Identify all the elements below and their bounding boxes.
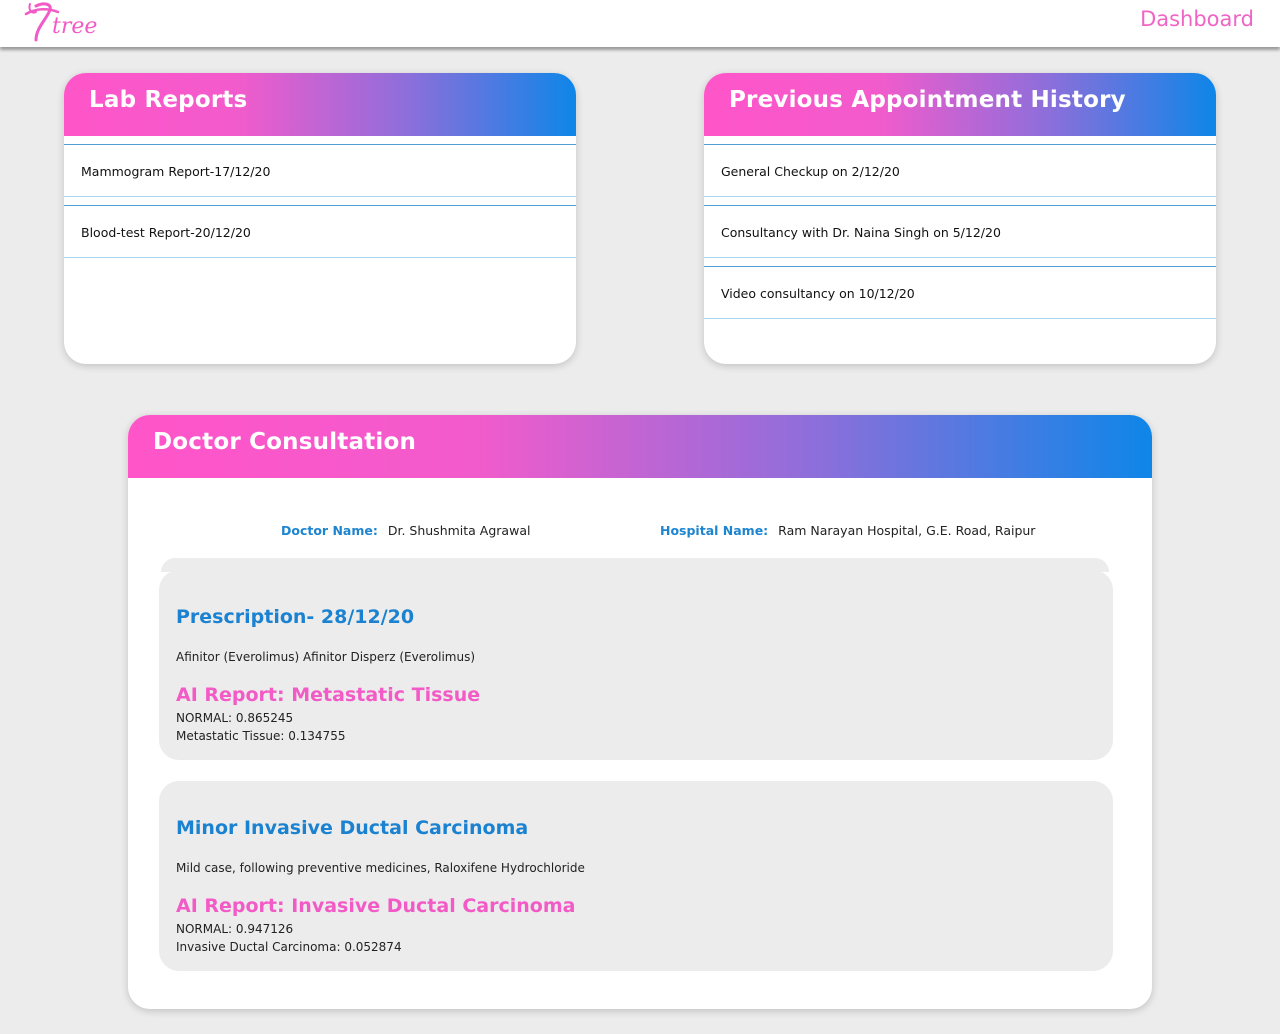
hospital-name-label: Hospital Name: <box>660 523 769 538</box>
record-title: Prescription- 28/12/20 <box>176 606 415 628</box>
ai-report-normal: NORMAL: 0.947126 <box>176 922 294 936</box>
svg-text:tree: tree <box>52 14 97 39</box>
record-title: Minor Invasive Ductal Carcinoma <box>176 817 529 839</box>
lab-report-item[interactable]: Mammogram Report-17/12/20 <box>64 144 576 197</box>
ai-report-title: AI Report: Invasive Ductal Carcinoma <box>176 895 576 917</box>
appointment-item[interactable]: General Checkup on 2/12/20 <box>704 144 1216 197</box>
record-description: Mild case, following preventive medicine… <box>176 861 585 875</box>
hospital-name-field: Hospital Name: Ram Narayan Hospital, G.E… <box>660 523 1035 538</box>
doctor-consultation-card: Doctor Consultation Doctor Name: Dr. Shu… <box>128 415 1152 1009</box>
consultation-record: Prescription- 28/12/20 Afinitor (Everoli… <box>159 570 1113 760</box>
consultation-record: Minor Invasive Ductal Carcinoma Mild cas… <box>159 781 1113 971</box>
lab-reports-list: Mammogram Report-17/12/20 Blood-test Rep… <box>64 144 576 258</box>
doctor-consultation-title: Doctor Consultation <box>128 415 1152 478</box>
ai-report-title: AI Report: Metastatic Tissue <box>176 684 481 706</box>
top-navbar: tree Dashboard <box>0 0 1280 47</box>
ai-report-normal: NORMAL: 0.865245 <box>176 711 294 725</box>
appointment-history-list: General Checkup on 2/12/20 Consultancy w… <box>704 144 1216 319</box>
hospital-name-value: Ram Narayan Hospital, G.E. Road, Raipur <box>778 523 1036 538</box>
dashboard-link[interactable]: Dashboard <box>1140 7 1254 31</box>
record-description: Afinitor (Everolimus) Afinitor Disperz (… <box>176 650 476 664</box>
lab-reports-card: Lab Reports Mammogram Report-17/12/20 Bl… <box>64 73 576 364</box>
ai-report-score: Metastatic Tissue: 0.134755 <box>176 729 346 743</box>
doctor-name-label: Doctor Name: <box>281 523 378 538</box>
appointment-item[interactable]: Video consultancy on 10/12/20 <box>704 266 1216 319</box>
lab-reports-title: Lab Reports <box>64 73 576 136</box>
brand-logo[interactable]: tree <box>22 0 102 44</box>
lab-report-item[interactable]: Blood-test Report-20/12/20 <box>64 205 576 258</box>
appointment-history-card: Previous Appointment History General Che… <box>704 73 1216 364</box>
ai-report-score: Invasive Ductal Carcinoma: 0.052874 <box>176 940 402 954</box>
doctor-name-value: Dr. Shushmita Agrawal <box>387 523 531 538</box>
doctor-name-field: Doctor Name: Dr. Shushmita Agrawal <box>281 523 530 538</box>
appointment-history-title: Previous Appointment History <box>704 73 1216 136</box>
appointment-item[interactable]: Consultancy with Dr. Naina Singh on 5/12… <box>704 205 1216 258</box>
